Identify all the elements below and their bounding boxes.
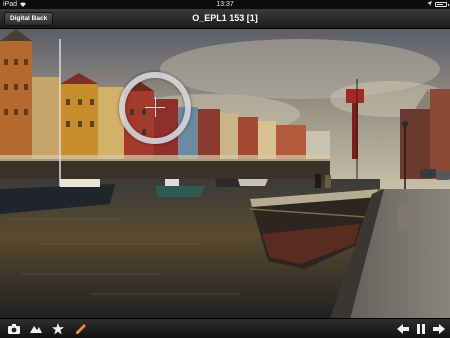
status-bar: iPad 13:37 <box>0 0 450 9</box>
crosshair-vertical <box>155 97 156 117</box>
previous-arrow-icon[interactable] <box>396 322 410 335</box>
pause-icon[interactable] <box>414 322 428 335</box>
photo-title: O_EPL1 153 [1] <box>192 13 258 23</box>
battery-level <box>437 4 443 5</box>
pencil-icon[interactable] <box>74 322 88 335</box>
next-arrow-icon[interactable] <box>432 322 446 335</box>
bottom-toolbar <box>0 318 450 338</box>
photo-view[interactable] <box>0 29 450 319</box>
location-arrow-icon <box>427 0 432 9</box>
camera-icon[interactable] <box>7 322 21 335</box>
battery-icon <box>435 2 449 7</box>
harbor-photo <box>0 29 450 319</box>
mountain-icon[interactable] <box>29 322 43 335</box>
zoom-loupe-icon[interactable] <box>119 72 191 144</box>
navigation-bar: Digital Back O_EPL1 153 [1] <box>0 9 450 29</box>
status-right <box>427 0 449 9</box>
status-time: 13:37 <box>216 1 234 8</box>
star-icon[interactable] <box>51 322 65 335</box>
